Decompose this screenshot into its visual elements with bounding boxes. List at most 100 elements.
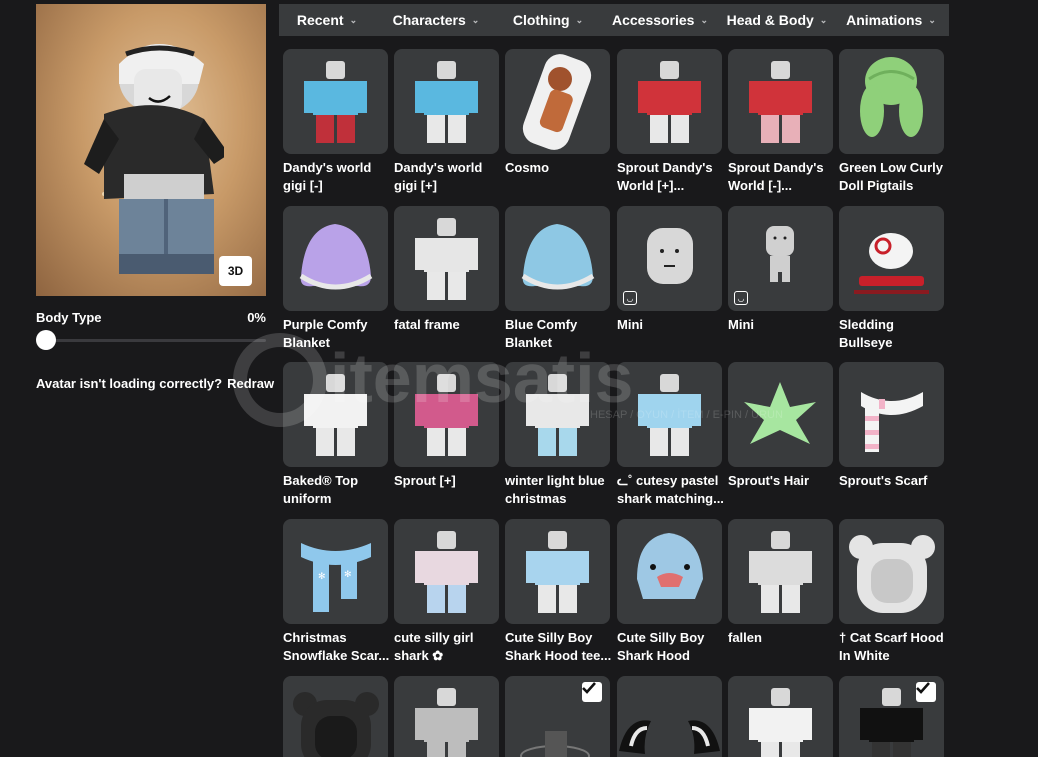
shirt-avatar-icon — [749, 531, 812, 613]
item-name: Sprout [+] — [394, 472, 504, 490]
shirt-avatar-icon — [638, 374, 701, 456]
redraw-link[interactable]: Redraw — [227, 376, 274, 391]
item-name-line1: Sprout Dandy's — [617, 160, 713, 175]
body-pillow-icon — [522, 54, 592, 150]
item-name-line2: World [+]... — [617, 178, 685, 193]
tab-label: Head & Body — [726, 12, 814, 28]
item-thumbnail[interactable] — [728, 49, 833, 154]
catalog-item[interactable]: ᓚ˚ cutesy pastel shark matching... — [617, 362, 724, 508]
catalog-item[interactable] — [728, 676, 833, 757]
catalog-item[interactable]: Dandy's world gigi [+] — [394, 49, 499, 195]
snowflake-scarf-icon: ✻ ✻ — [301, 543, 371, 612]
item-name-line1: Blue Comfy — [505, 317, 578, 332]
item-name-line1: Cosmo — [505, 160, 550, 175]
tab-accessories[interactable]: Accessories ⌄ — [599, 4, 721, 36]
item-thumbnail[interactable]: ◡ — [617, 206, 722, 311]
avatar-preview[interactable]: 3D — [36, 4, 266, 296]
item-thumbnail[interactable] — [839, 676, 944, 757]
catalog-item[interactable]: Cute Silly Boy Shark Hood — [617, 519, 722, 665]
catalog-item[interactable]: ◡ Mini — [728, 206, 833, 334]
item-thumbnail[interactable] — [617, 362, 722, 467]
catalog-item[interactable]: Cute Silly Boy Shark Hood tee... — [505, 519, 611, 665]
catalog-item[interactable]: † Cat Scarf Hood In White — [839, 519, 944, 665]
catalog-item[interactable]: Dandy's world gigi [-] — [283, 49, 388, 195]
item-thumbnail[interactable] — [839, 362, 944, 467]
item-thumbnail[interactable] — [839, 49, 944, 154]
catalog-item[interactable]: winter light blue christmas — [505, 362, 610, 508]
catalog-item[interactable]: fallen — [728, 519, 833, 647]
tab-head-body[interactable]: Head & Body ⌄ — [721, 4, 833, 36]
catalog-item[interactable] — [839, 676, 944, 757]
catalog-item[interactable]: fatal frame — [394, 206, 499, 334]
catalog-item[interactable]: Green Low Curly Doll Pigtails — [839, 49, 944, 195]
item-thumbnail[interactable] — [394, 519, 499, 624]
tab-label: Animations — [846, 12, 923, 28]
tab-label: Recent — [296, 12, 344, 28]
item-name-line2: shark matching... — [617, 491, 724, 506]
shirt-avatar-icon — [415, 218, 478, 300]
tab-characters[interactable]: Characters ⌄ — [375, 4, 497, 36]
item-thumbnail[interactable]: ◡ — [728, 206, 833, 311]
item-thumbnail[interactable] — [728, 676, 833, 757]
catalog-item[interactable] — [283, 676, 388, 757]
catalog-item[interactable]: ◡ Mini — [617, 206, 722, 334]
item-name-line1: † Cat Scarf Hood — [839, 630, 944, 645]
catalog-item[interactable] — [505, 676, 610, 757]
item-thumbnail[interactable] — [728, 362, 833, 467]
tab-animations[interactable]: Animations ⌄ — [833, 4, 949, 36]
equipped-check-icon — [582, 682, 602, 702]
item-thumbnail[interactable] — [617, 49, 722, 154]
item-name-line2: Shark Hood — [617, 648, 690, 663]
catalog-item[interactable]: Sprout Dandy's World [-]... — [728, 49, 833, 195]
catalog-item[interactable]: Sprout Dandy's World [+]... — [617, 49, 722, 195]
item-thumbnail[interactable] — [283, 49, 388, 154]
item-thumbnail[interactable] — [283, 362, 388, 467]
body-type-slider-track[interactable] — [46, 339, 266, 342]
catalog-item[interactable]: Sledding Bullseye — [839, 206, 944, 352]
item-thumbnail[interactable] — [394, 362, 499, 467]
item-thumbnail[interactable] — [505, 49, 610, 154]
blanket-icon — [521, 224, 595, 290]
catalog-item[interactable]: Sprout [+] — [394, 362, 499, 490]
item-name-line1: Cute Silly Boy — [505, 630, 593, 645]
catalog-item[interactable]: Purple Comfy Blanket — [283, 206, 388, 352]
item-thumbnail[interactable] — [394, 49, 499, 154]
item-thumbnail[interactable] — [728, 519, 833, 624]
item-thumbnail[interactable] — [505, 362, 610, 467]
item-name-line2: shark ✿ — [394, 648, 444, 663]
item-thumbnail[interactable] — [283, 676, 388, 757]
ears-icon — [619, 720, 720, 754]
item-thumbnail[interactable] — [839, 206, 944, 311]
catalog-item[interactable]: Baked® Top uniform — [283, 362, 388, 508]
body-type-slider-thumb[interactable] — [36, 330, 56, 350]
catalog-item[interactable]: Sprout's Scarf — [839, 362, 944, 490]
catalog-item[interactable]: ✻ ✻ Christmas Snowflake Scar... — [283, 519, 389, 665]
view-3d-button[interactable]: 3D — [219, 256, 252, 286]
item-thumbnail[interactable] — [839, 519, 944, 624]
item-name: cute silly girl shark ✿ — [394, 629, 504, 665]
dynamic-head-icon: ◡ — [623, 291, 637, 305]
item-thumbnail[interactable] — [505, 519, 610, 624]
catalog-item[interactable]: Cosmo — [505, 49, 610, 177]
catalog-item[interactable]: Blue Comfy Blanket — [505, 206, 610, 352]
item-name-line1: Sprout Dandy's — [728, 160, 824, 175]
item-name-line1: Dandy's world — [283, 160, 372, 175]
item-thumbnail[interactable] — [283, 206, 388, 311]
item-thumbnail[interactable] — [505, 206, 610, 311]
item-thumbnail[interactable] — [394, 206, 499, 311]
item-thumbnail[interactable]: ✻ ✻ — [283, 519, 388, 624]
catalog-item[interactable] — [394, 676, 499, 757]
item-thumbnail[interactable] — [617, 519, 722, 624]
item-name-line1: Cute Silly Boy — [617, 630, 705, 645]
item-thumbnail[interactable] — [394, 676, 499, 757]
item-name-line1: cute silly girl — [394, 630, 474, 645]
item-name: winter light blue christmas — [505, 472, 615, 508]
catalog-item[interactable] — [617, 676, 722, 757]
reload-row: Avatar isn't loading correctly? Redraw — [36, 376, 274, 391]
item-thumbnail[interactable] — [505, 676, 610, 757]
catalog-item[interactable]: Sprout's Hair — [728, 362, 833, 490]
item-thumbnail[interactable] — [617, 676, 722, 757]
tab-recent[interactable]: Recent ⌄ — [279, 4, 375, 36]
catalog-item[interactable]: cute silly girl shark ✿ — [394, 519, 499, 665]
tab-clothing[interactable]: Clothing ⌄ — [497, 4, 599, 36]
